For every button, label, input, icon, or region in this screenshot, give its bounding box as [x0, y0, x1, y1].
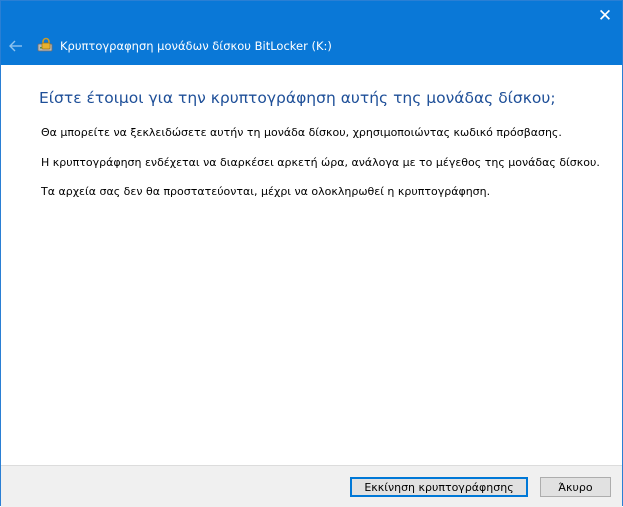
info-text-duration: Η κρυπτογράφηση ενδέχεται να διαρκέσει α… [41, 156, 600, 169]
back-arrow-icon [9, 40, 22, 52]
back-button[interactable] [7, 37, 25, 55]
close-button[interactable]: ✕ [594, 5, 616, 27]
start-encryption-button[interactable]: Εκκίνηση κρυπτογράφησης [350, 477, 528, 497]
dialog-footer: Εκκίνηση κρυπτογράφησης Άκυρο [1, 465, 622, 507]
page-heading: Είστε έτοιμοι για την κρυπτογράφηση αυτή… [39, 89, 556, 107]
info-text-unlock: Θα μπορείτε να ξεκλειδώσετε αυτήν τη μον… [41, 126, 562, 139]
close-icon: ✕ [597, 6, 613, 26]
bitlocker-drive-icon [37, 37, 53, 52]
window-title: Κρυπτογραφηση μονάδων δίσκου BitLocker (… [60, 39, 332, 53]
cancel-button[interactable]: Άκυρο [540, 477, 611, 497]
title-bar: ✕ Κρυπτογραφηση μονάδων δίσκου BitLocker… [1, 1, 622, 65]
bitlocker-dialog: ✕ Κρυπτογραφηση μονάδων δίσκου BitLocker… [0, 0, 623, 507]
info-text-protection: Τα αρχεία σας δεν θα προστατεύονται, μέχ… [41, 185, 491, 198]
